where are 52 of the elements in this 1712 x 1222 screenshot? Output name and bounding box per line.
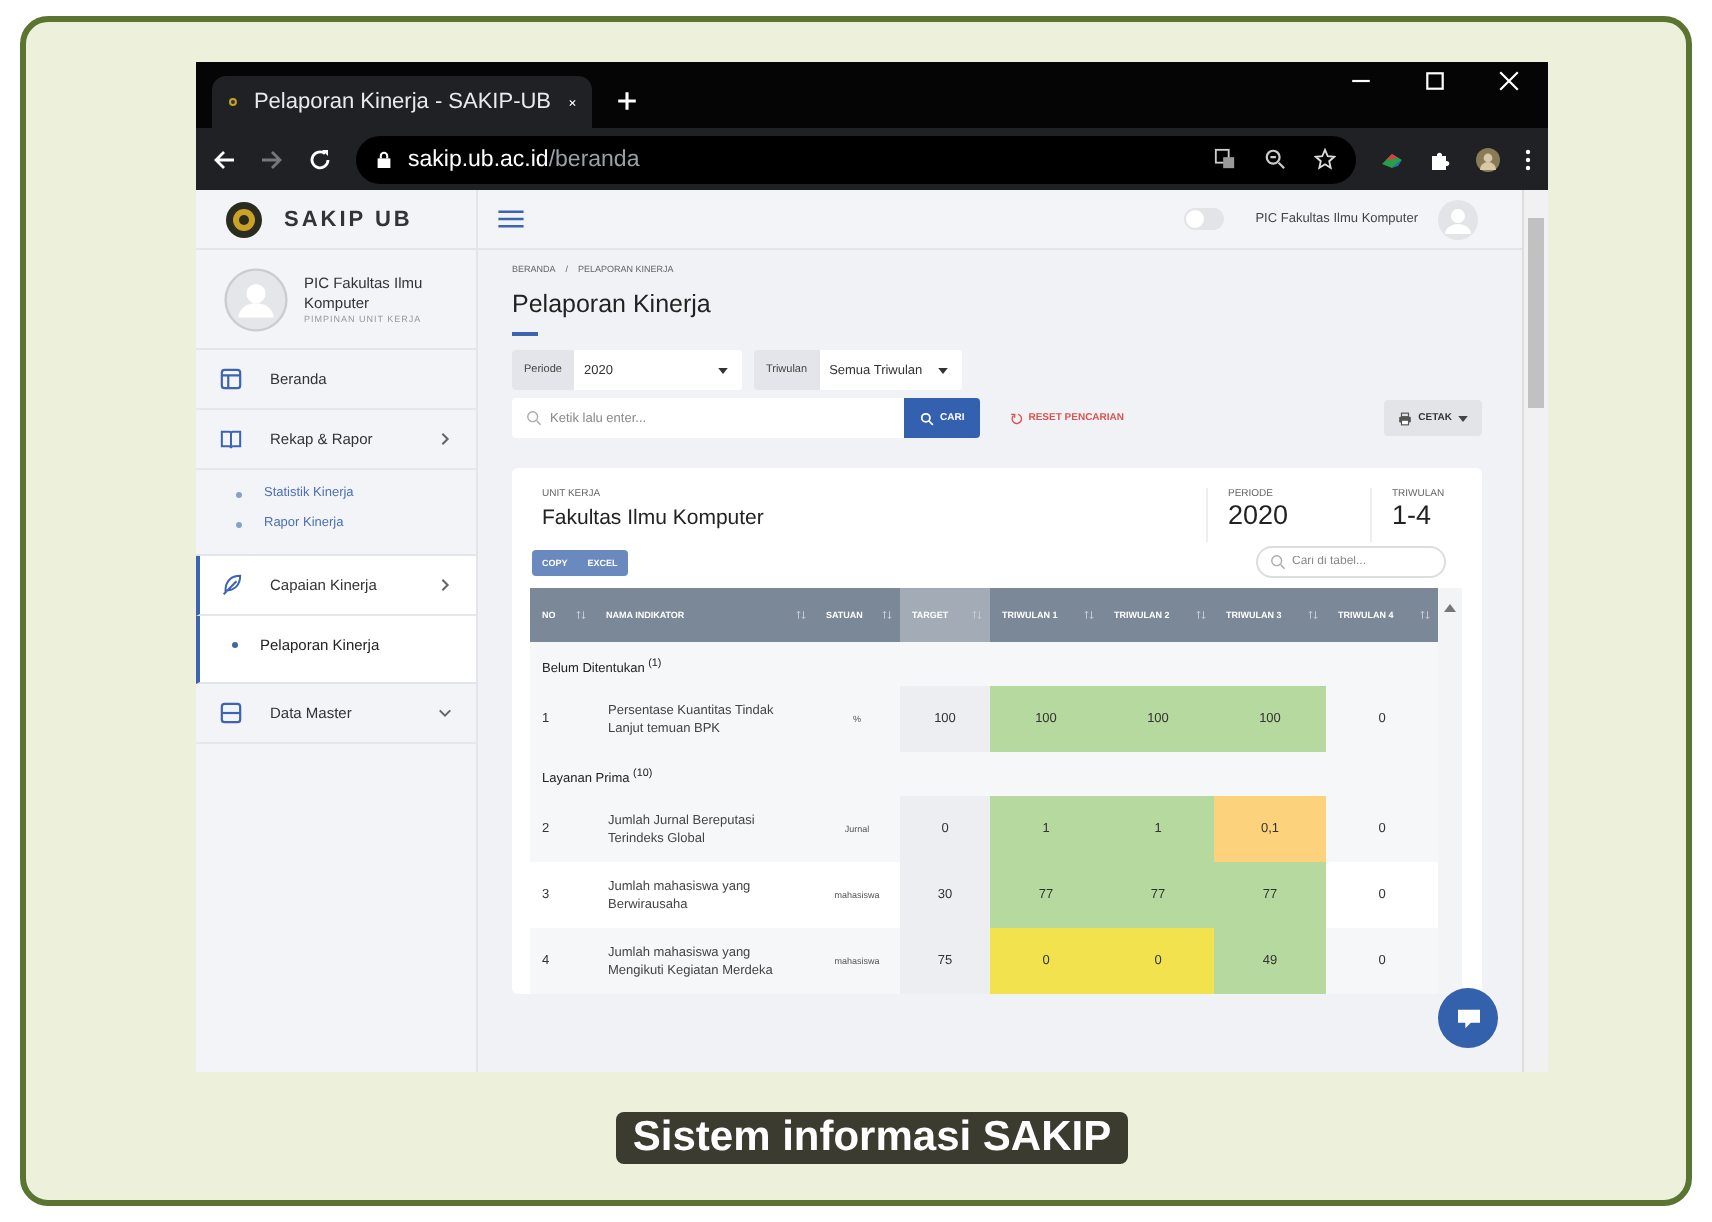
search-icon <box>526 410 542 426</box>
emblem-icon <box>224 199 264 239</box>
back-arrow-icon[interactable] <box>212 147 236 171</box>
sort-icon <box>796 610 806 620</box>
page-scrollbar[interactable] <box>1522 190 1548 1072</box>
sort-icon <box>972 610 982 620</box>
book-icon <box>220 428 242 450</box>
printer-icon <box>1398 411 1413 425</box>
lock-icon <box>376 149 392 169</box>
sort-icon <box>1084 610 1094 620</box>
zoom-icon[interactable] <box>1264 148 1286 170</box>
profile-avatar-icon[interactable] <box>1476 147 1500 171</box>
chat-icon <box>1455 1007 1481 1029</box>
sort-icon <box>882 610 892 620</box>
caret-icon <box>717 367 728 373</box>
sort-icon <box>1420 610 1430 620</box>
caption: Sistem informasi SAKIP <box>616 1112 1128 1164</box>
caret-icon <box>938 367 949 373</box>
search-icon <box>1270 554 1286 570</box>
sort-icon <box>1308 610 1318 620</box>
browser-tab[interactable]: Pelaporan Kinerja - SAKIP-UB <box>212 76 592 128</box>
emblem-icon <box>228 92 238 112</box>
brand-name: SAKIP UB <box>284 207 413 231</box>
address-bar[interactable]: sakip.ub.ac.id/beranda <box>356 135 1356 183</box>
feather-icon <box>220 574 242 596</box>
url-text: sakip.ub.ac.id/beranda <box>408 147 640 171</box>
summary-value: Fakultas Ilmu Komputer <box>542 506 766 530</box>
page-title: Pelaporan Kinerja <box>512 290 713 318</box>
new-tab-icon[interactable] <box>616 90 638 112</box>
summary-value: 1-4 <box>1392 500 1434 530</box>
reload-icon[interactable] <box>308 147 332 171</box>
star-icon[interactable] <box>1314 148 1336 170</box>
panel-icon <box>220 702 242 724</box>
translate-icon[interactable] <box>1214 148 1236 170</box>
tab-title: Pelaporan Kinerja - SAKIP-UB <box>253 90 552 114</box>
layout-icon <box>220 368 242 390</box>
maximize-icon[interactable] <box>1424 70 1446 92</box>
forward-arrow-icon[interactable] <box>260 147 284 171</box>
summary-value: 2020 <box>1228 500 1291 530</box>
theme-toggle[interactable] <box>1183 208 1224 230</box>
caret-icon <box>1458 415 1468 421</box>
sort-icon <box>576 610 586 620</box>
table-scrollbar[interactable] <box>1438 588 1462 994</box>
sort-icon <box>1196 610 1206 620</box>
puzzle-icon[interactable] <box>1428 147 1452 171</box>
reset-icon <box>1010 411 1025 425</box>
close-icon[interactable] <box>1498 70 1520 92</box>
search-icon <box>920 411 934 425</box>
menu-icon[interactable] <box>1524 147 1532 171</box>
avatar-icon <box>224 267 288 331</box>
scroll-up-icon[interactable] <box>1444 604 1456 612</box>
chat-button[interactable] <box>1438 988 1498 1048</box>
